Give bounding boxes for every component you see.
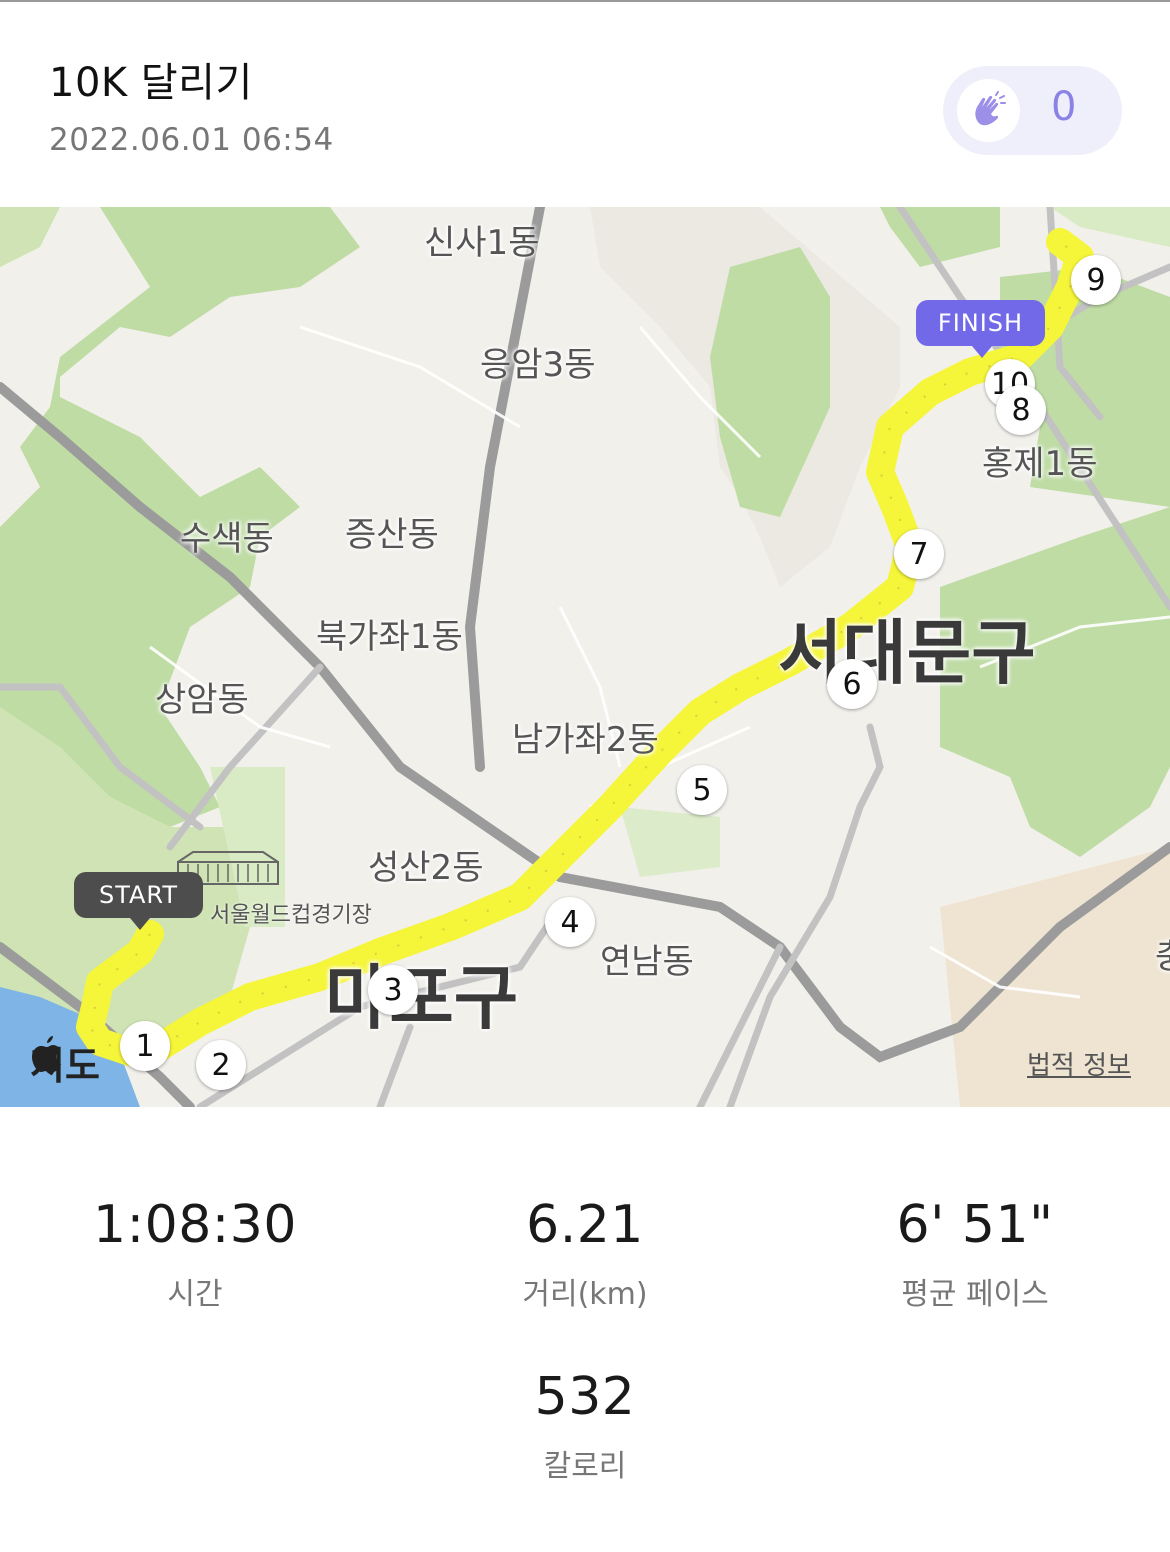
km-marker-2[interactable]: 2	[196, 1040, 246, 1090]
activity-header: 10K 달리기 2022.06.01 06:54 0	[0, 0, 1170, 207]
clap-button[interactable]: 0	[943, 66, 1122, 155]
stat-time: 1:08:30 시간	[0, 1195, 390, 1313]
stat-calories: 532 칼로리	[390, 1367, 780, 1485]
stat-pace-value: 6' 51"	[896, 1195, 1054, 1255]
stat-calories-label: 칼로리	[543, 1449, 627, 1484]
map-label-eungam: 응암3동	[480, 345, 596, 385]
km-marker-6[interactable]: 6	[827, 659, 877, 709]
km-marker-7[interactable]: 7	[894, 529, 944, 579]
apple-logo-icon	[32, 1036, 61, 1072]
km-marker-8[interactable]: 8	[996, 385, 1046, 435]
stats-panel: 1:08:30 시간 6.21 거리(km) 6' 51" 평균 페이스 532…	[0, 1107, 1170, 1552]
km-marker-9[interactable]: 9	[1071, 255, 1121, 305]
map-label-susaek: 수색동	[180, 519, 274, 559]
map-label-hongje: 홍제1동	[982, 444, 1098, 484]
stat-pace-label: 평균 페이스	[901, 1277, 1049, 1312]
map-label-jeungsan: 증산동	[345, 515, 439, 555]
stat-distance: 6.21 거리(km)	[390, 1195, 780, 1313]
km-marker-5[interactable]: 5	[677, 765, 727, 815]
stat-pace: 6' 51" 평균 페이스	[780, 1195, 1170, 1313]
km-marker-4[interactable]: 4	[545, 897, 595, 947]
apple-maps-attribution: 지도	[30, 1035, 100, 1090]
map-label-bukgajwa: 북가좌1동	[316, 617, 463, 657]
map-label-namgajwa: 남가좌2동	[512, 720, 659, 760]
map-label-edge: 충	[1155, 929, 1170, 978]
stat-distance-value: 6.21	[526, 1195, 644, 1255]
activity-datetime: 2022.06.01 06:54	[49, 122, 334, 158]
km-marker-3[interactable]: 3	[368, 965, 418, 1015]
map-label-seongsan: 성산2동	[368, 848, 484, 888]
legal-info-link[interactable]: 법적 정보	[1027, 1045, 1131, 1082]
map-label-sangam: 상암동	[155, 680, 249, 720]
clap-hands-icon	[957, 79, 1020, 142]
stat-time-value: 1:08:30	[93, 1195, 297, 1255]
stat-time-label: 시간	[167, 1277, 223, 1312]
activity-title: 10K 달리기	[49, 60, 253, 106]
stat-calories-value: 532	[534, 1367, 636, 1427]
map-label-mapo: 마포구	[325, 957, 519, 1039]
map-label-sinsa: 신사1동	[424, 223, 540, 263]
stat-distance-label: 거리(km)	[522, 1277, 648, 1312]
finish-tag: FINISH	[916, 300, 1045, 358]
route-map[interactable]: 신사1동 응암3동 수색동 증산동 북가좌1동 상암동 남가좌2동 성산2동 연…	[0, 207, 1170, 1107]
start-tag: START	[74, 872, 203, 930]
clap-count: 0	[1051, 84, 1077, 130]
km-marker-1[interactable]: 1	[120, 1021, 170, 1071]
map-label-stadium: 서울월드컵경기장	[210, 903, 372, 928]
map-label-yeonnam: 연남동	[600, 942, 694, 982]
map-label-seodaemun: 서대문구	[778, 612, 1036, 694]
